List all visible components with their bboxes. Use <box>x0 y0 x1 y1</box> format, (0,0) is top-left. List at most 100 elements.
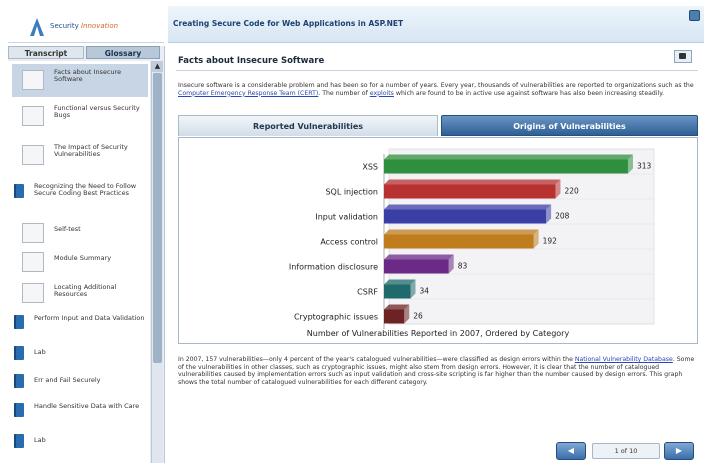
intro-text-end: which are found to be in active use agai… <box>393 89 665 97</box>
bar-value-label: 26 <box>413 312 423 321</box>
brand-secondary: Innovation <box>80 22 119 30</box>
category-label: CSRF <box>357 288 378 297</box>
app-window: Security Innovation Creating Secure Code… <box>0 0 709 463</box>
toc-item-recognizing-need[interactable]: Recognizing the Need to Follow Secure Co… <box>12 182 148 216</box>
bar <box>384 284 411 299</box>
toc-item-lab-1[interactable]: Lab <box>12 345 148 363</box>
bar-value-label: 83 <box>458 262 468 271</box>
scroll-up-arrow-icon[interactable]: ▲ <box>152 61 163 72</box>
bar <box>384 159 628 174</box>
toc-item-label: Locating Additional Resources <box>54 283 117 298</box>
bar-top-face <box>384 279 416 285</box>
sidebar-tabs: Transcript Glossary <box>8 46 164 60</box>
toc-item-label: Functional versus Security Bugs <box>54 104 140 119</box>
category-label: Access control <box>320 238 378 247</box>
tab-reported-vulnerabilities[interactable]: Reported Vulnerabilities <box>178 115 438 136</box>
previous-page-button[interactable]: ◀ <box>556 442 586 460</box>
audio-toggle-icon[interactable] <box>674 50 692 63</box>
logo-bar: Security Innovation <box>8 6 164 43</box>
toc-item-facts-about-insecure-software[interactable]: Facts about Insecure Software <box>12 64 148 97</box>
toc-item-input-data-validation[interactable]: Perform Input and Data Validation <box>12 313 148 335</box>
bar <box>384 184 556 199</box>
intro-text-start: Insecure software is a considerable prob… <box>178 82 694 89</box>
bar-top-face <box>384 204 552 210</box>
bar-top-face <box>384 179 561 185</box>
bar-value-label: 313 <box>637 162 652 171</box>
page-thumbnail-icon <box>22 223 44 243</box>
toc-item-impact-of-security-vulnerabilities[interactable]: The Impact of Security Vulnerabilities <box>12 139 148 175</box>
toc-item-functional-vs-security-bugs[interactable]: Functional versus Security Bugs <box>12 102 148 132</box>
toc-item-lab-2[interactable]: Lab <box>12 433 148 451</box>
bar-top-face <box>384 254 454 260</box>
scrollbar-thumb[interactable] <box>153 73 162 363</box>
page-thumbnail-icon <box>22 283 44 303</box>
exploits-link[interactable]: exploits <box>370 90 394 97</box>
toc-item-label: Facts about Insecure Software <box>54 68 122 83</box>
bar <box>384 209 547 224</box>
content-pane: Facts about Insecure Software Insecure s… <box>168 46 704 463</box>
toc-item-additional-resources[interactable]: Locating Additional Resources <box>12 280 148 306</box>
bar-value-label: 220 <box>564 187 579 196</box>
book-icon <box>14 346 24 360</box>
category-label: XSS <box>362 163 378 172</box>
page-counter: 1 of 10 <box>592 443 660 459</box>
toc-item-sensitive-data[interactable]: Handle Sensitive Data with Care <box>12 401 148 423</box>
next-page-button[interactable]: ▶ <box>664 442 694 460</box>
page-navigation: ◀ 1 of 10 ▶ <box>550 442 702 460</box>
toc-item-label: Recognizing the Need to Follow Secure Co… <box>34 182 137 197</box>
window-control-button[interactable] <box>689 10 700 21</box>
toc-item-label: Lab <box>34 436 46 444</box>
book-icon <box>14 434 24 448</box>
category-label: Input validation <box>315 213 378 222</box>
page-thumbnail-icon <box>22 145 44 165</box>
bar <box>384 259 449 274</box>
tab-transcript[interactable]: Transcript <box>8 46 84 59</box>
toc-item-label: Lab <box>34 348 46 356</box>
chart-panel: XSS 313 SQL injection 220 Input validation 20… <box>178 137 698 344</box>
logo-icon <box>30 18 44 36</box>
bar <box>384 234 534 249</box>
page-title: Facts about Insecure Software <box>178 56 325 66</box>
bar-value-label: 192 <box>543 237 558 246</box>
book-icon <box>14 315 24 329</box>
bar-chart: XSS 313 SQL injection 220 Input validation 20… <box>289 148 655 338</box>
sidebar: Transcript Glossary Facts about Insecure… <box>8 46 165 463</box>
toc-item-err-fail-securely[interactable]: Err and Fail Securely <box>12 373 148 391</box>
toc-item-self-test[interactable]: Self-test <box>12 221 148 243</box>
category-label: SQL injection <box>325 188 378 197</box>
x-axis-label: Number of Vulnerabilities Reported in 20… <box>307 329 570 338</box>
cert-link[interactable]: Computer Emergency Response Team (CERT) <box>178 90 318 97</box>
category-label: Cryptographic issues <box>294 313 378 322</box>
intro-text-middle: . The number of <box>318 89 370 97</box>
book-icon <box>14 374 24 388</box>
intro-paragraph: Insecure software is a considerable prob… <box>178 82 696 97</box>
table-of-contents: Facts about Insecure Software Functional… <box>8 61 150 463</box>
course-title: Creating Secure Code for Web Application… <box>173 19 404 28</box>
bar-top-face <box>384 154 633 160</box>
toc-item-label: Self-test <box>54 225 81 233</box>
course-title-bar: Creating Secure Code for Web Application… <box>168 6 704 43</box>
bar <box>384 309 405 324</box>
category-label: Information disclosure <box>289 263 378 272</box>
tab-origins-of-vulnerabilities[interactable]: Origins of Vulnerabilities <box>441 115 698 136</box>
toc-item-label: Perform Input and Data Validation <box>34 314 145 322</box>
tab-glossary[interactable]: Glossary <box>86 46 160 59</box>
brand-primary: Security <box>50 22 79 30</box>
page-thumbnail-icon <box>22 70 44 90</box>
title-divider <box>176 70 698 71</box>
book-icon <box>14 403 24 417</box>
caption-paragraph: In 2007, 157 vulnerabilities—only 4 perc… <box>178 356 696 386</box>
bar-value-label: 208 <box>555 212 570 221</box>
page-thumbnail-icon <box>22 106 44 126</box>
toc-item-label: Module Summary <box>54 254 112 262</box>
page-thumbnail-icon <box>22 252 44 272</box>
bar-value-label: 34 <box>420 287 430 296</box>
brand-logo: Security Innovation <box>50 22 118 30</box>
bar-top-face <box>384 229 539 235</box>
toc-item-module-summary[interactable]: Module Summary <box>12 250 148 272</box>
toc-item-label: Err and Fail Securely <box>34 376 101 384</box>
sidebar-scrollbar[interactable]: ▲ <box>151 61 163 463</box>
book-icon <box>14 184 24 198</box>
caption-text-start: In 2007, 157 vulnerabilities—only 4 perc… <box>178 356 575 363</box>
nvd-link[interactable]: National Vulnerability Database <box>575 356 673 363</box>
